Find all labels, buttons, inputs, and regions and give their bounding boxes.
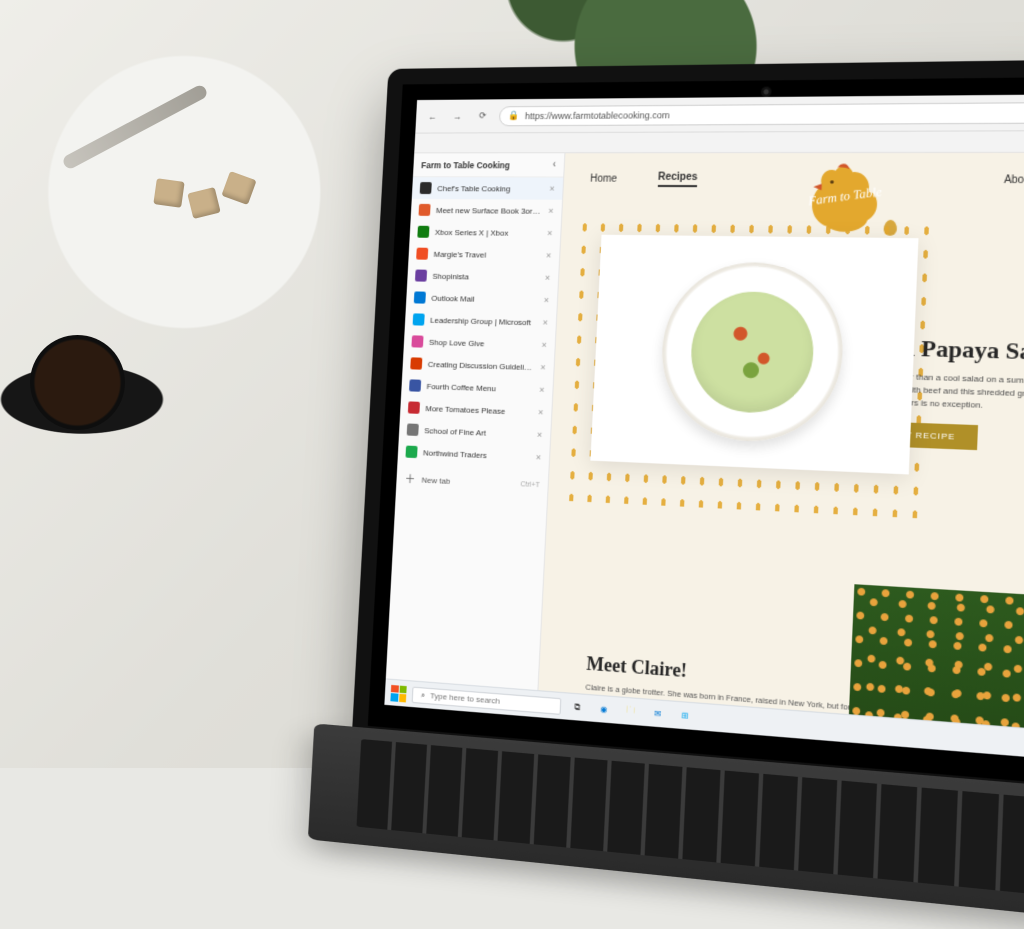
edge-taskbar-icon[interactable]: ◉: [593, 698, 615, 721]
lock-icon: 🔒: [508, 110, 520, 121]
vertical-tabs-header: Farm to Table Cooking ‹: [413, 153, 564, 177]
favicon: [417, 226, 429, 238]
close-tab-button[interactable]: ×: [542, 317, 548, 327]
close-tab-button[interactable]: ×: [544, 295, 550, 305]
favicon: [413, 313, 425, 325]
favicon: [418, 204, 430, 216]
vertical-tab[interactable]: Shopinista ×: [407, 264, 559, 289]
nav-recipes[interactable]: Recipes: [657, 172, 697, 188]
close-tab-button[interactable]: ×: [546, 250, 552, 260]
tab-label: Xbox Series X | Xbox: [435, 227, 542, 237]
tab-label: Leadership Group | Microsoft: [430, 315, 537, 327]
site-nav: Home Recipes About Contact: [563, 153, 1024, 209]
webcam: [761, 87, 772, 97]
favicon: [408, 401, 420, 413]
close-tab-button[interactable]: ×: [540, 362, 546, 372]
start-button[interactable]: [390, 684, 406, 702]
collapse-tabs-button[interactable]: ‹: [552, 159, 556, 170]
secondary-photo: [848, 584, 1024, 736]
new-tab-label: New tab: [421, 475, 450, 485]
close-tab-button[interactable]: ×: [539, 385, 545, 395]
close-tab-button[interactable]: ×: [547, 228, 553, 238]
close-tab-button[interactable]: ×: [536, 452, 542, 462]
vertical-tab[interactable]: Chef's Table Cooking ×: [412, 177, 563, 200]
close-tab-button[interactable]: ×: [548, 206, 554, 216]
explorer-taskbar-icon[interactable]: 🗀: [620, 700, 642, 723]
mail-taskbar-icon[interactable]: ✉: [647, 702, 669, 725]
tab-label: School of Fine Art: [424, 426, 531, 439]
favicon: [420, 182, 432, 194]
tab-label: Fourth Coffee Menu: [426, 381, 533, 394]
forward-button[interactable]: →: [448, 107, 466, 125]
coffee-cup-prop: [30, 335, 125, 430]
hero-image: [590, 235, 918, 475]
dish-photo: [590, 235, 918, 475]
tab-label: Creating Discussion Guidelines: [428, 359, 535, 371]
store-taskbar-icon[interactable]: ⊞: [674, 704, 696, 727]
sugar-cube: [153, 178, 184, 208]
tab-label: Northwind Traders: [423, 448, 530, 462]
nav-home[interactable]: Home: [590, 174, 617, 185]
close-tab-button[interactable]: ×: [549, 184, 555, 194]
tab-label: Chef's Table Cooking: [437, 184, 544, 193]
favicon: [414, 291, 426, 303]
laptop: ← → ⟳ 🔒 https://www.farmtotablecooking.c…: [351, 58, 1024, 818]
favicon: [411, 335, 423, 347]
tab-label: More Tomatoes Please: [425, 404, 532, 417]
vertical-tab[interactable]: Xbox Series X | Xbox ×: [409, 221, 561, 245]
tab-label: Meet new Surface Book 3or 13.5": [436, 206, 543, 216]
refresh-button[interactable]: ⟳: [473, 107, 491, 125]
favicon: [415, 270, 427, 282]
vertical-tabs-pane: Farm to Table Cooking ‹ Chef's Table Coo…: [386, 153, 566, 690]
work-area: Farm to Table Cooking ‹ Chef's Table Coo…: [386, 153, 1024, 736]
vertical-tab[interactable]: Meet new Surface Book 3or 13.5" ×: [411, 199, 563, 222]
favicon: [405, 446, 417, 459]
back-button[interactable]: ←: [423, 107, 441, 125]
taskbar-search[interactable]: ⌕ Type here to search: [412, 686, 562, 714]
laptop-bezel: ← → ⟳ 🔒 https://www.farmtotablecooking.c…: [351, 58, 1024, 818]
tab-label: Shop Love Give: [429, 337, 536, 349]
browser-toolbar: ← → ⟳ 🔒 https://www.farmtotablecooking.c…: [415, 94, 1024, 134]
favicon: [410, 357, 422, 369]
search-icon: ⌕: [421, 690, 426, 701]
tab-label: Shopinista: [432, 271, 539, 282]
vertical-tabs-title: Farm to Table Cooking: [421, 160, 510, 170]
new-tab-shortcut: Ctrl+T: [520, 481, 540, 489]
close-tab-button[interactable]: ×: [538, 407, 544, 417]
vertical-tab-list: Chef's Table Cooking×Meet new Surface Bo…: [397, 177, 563, 469]
favicon: [407, 423, 419, 436]
vertical-tab[interactable]: Margie's Travel ×: [408, 243, 560, 267]
nav-about[interactable]: About: [1004, 174, 1024, 186]
screen: ← → ⟳ 🔒 https://www.farmtotablecooking.c…: [384, 94, 1024, 766]
close-tab-button[interactable]: ×: [537, 430, 543, 440]
search-placeholder: Type here to search: [430, 691, 500, 706]
horizontal-tab-strip: Farm to Table Cooking: [414, 131, 1024, 154]
url-text: https://www.farmtotablecooking.com: [525, 110, 670, 121]
webpage-content: Home Recipes About Contact: [538, 153, 1024, 736]
close-tab-button[interactable]: ×: [541, 340, 547, 350]
new-tab-button[interactable]: ＋ New tab Ctrl+T: [396, 462, 549, 502]
tab-label: Outlook Mail: [431, 293, 538, 304]
favicon: [416, 248, 428, 260]
task-view-button[interactable]: ⧉: [567, 696, 588, 719]
address-bar[interactable]: 🔒 https://www.farmtotablecooking.com: [499, 102, 1024, 126]
favicon: [409, 379, 421, 391]
tab-label: Margie's Travel: [433, 249, 540, 260]
close-tab-button[interactable]: ×: [545, 273, 551, 283]
plus-icon: ＋: [404, 471, 416, 488]
